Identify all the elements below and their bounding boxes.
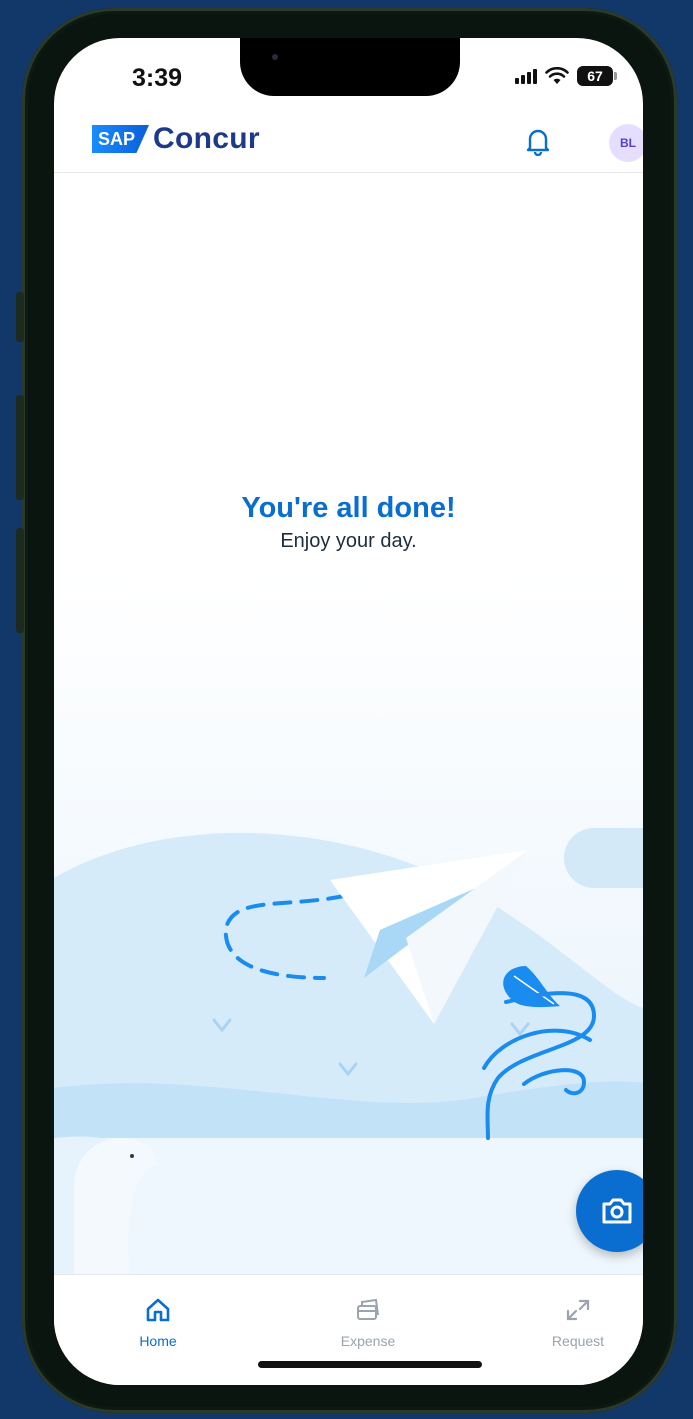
empty-state-subtitle: Enjoy your day. bbox=[280, 530, 417, 552]
bottom-tab-bar: Home Expense Request bbox=[54, 1274, 643, 1385]
volume-down-button bbox=[16, 528, 24, 633]
wifi-icon bbox=[545, 67, 569, 84]
home-indicator bbox=[258, 1361, 482, 1368]
mute-switch bbox=[16, 292, 24, 342]
receipt-icon bbox=[357, 1298, 379, 1320]
paper-plane-illustration bbox=[54, 578, 643, 1274]
avatar[interactable]: BL bbox=[609, 124, 643, 162]
tab-request[interactable]: Request bbox=[518, 1293, 638, 1349]
tab-expense[interactable]: Expense bbox=[308, 1293, 428, 1349]
camera-icon bbox=[602, 1198, 632, 1224]
signal-icon bbox=[515, 68, 537, 84]
empty-state-title: You're all done! bbox=[241, 492, 456, 524]
volume-up-button bbox=[16, 395, 24, 500]
tab-home-label: Home bbox=[139, 1333, 177, 1349]
tab-request-label: Request bbox=[551, 1333, 605, 1349]
tab-expense-label: Expense bbox=[340, 1333, 396, 1349]
sap-badge: SAP bbox=[92, 125, 150, 153]
bell-icon[interactable] bbox=[526, 128, 550, 156]
sap-concur-logo: SAP Concur bbox=[92, 122, 260, 156]
app-screen: 3:39 67 SAP Concur BL You're all done! E… bbox=[54, 38, 643, 1385]
home-icon bbox=[146, 1298, 170, 1322]
notch bbox=[240, 38, 460, 96]
status-time: 3:39 bbox=[132, 64, 183, 92]
battery-indicator: 67 bbox=[577, 66, 617, 86]
tab-home[interactable]: Home bbox=[98, 1293, 218, 1349]
request-icon bbox=[566, 1299, 590, 1321]
status-icons: 67 bbox=[515, 62, 617, 90]
app-header: SAP Concur BL bbox=[54, 114, 643, 173]
brand-name: Concur bbox=[153, 122, 260, 155]
